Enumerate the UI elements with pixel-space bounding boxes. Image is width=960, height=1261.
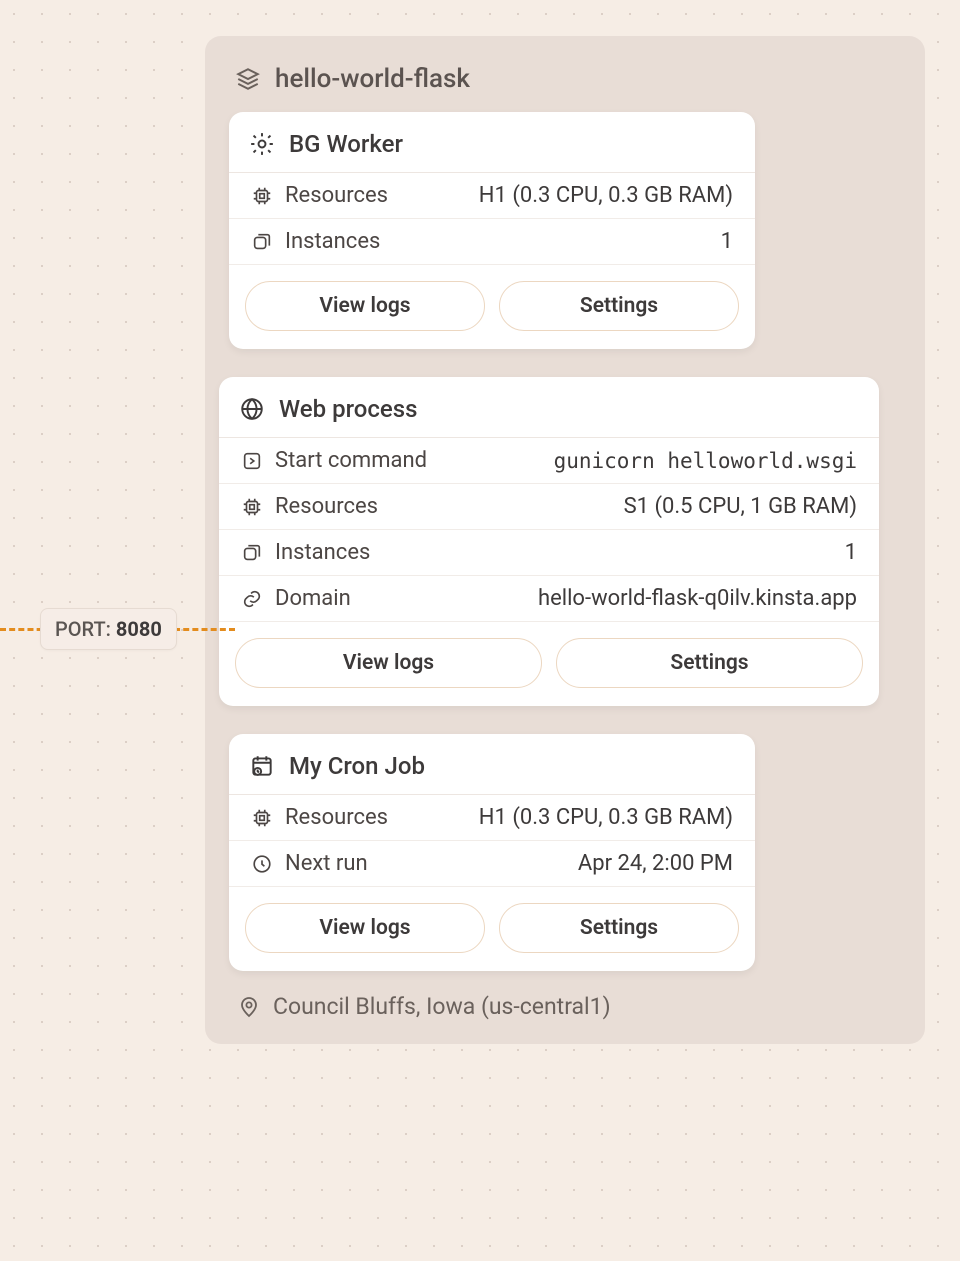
row-resources: Resources H1 (0.3 CPU, 0.3 GB RAM) [229,173,755,219]
row-value: H1 (0.3 CPU, 0.3 GB RAM) [400,183,733,208]
row-next-run: Next run Apr 24, 2:00 PM [229,841,755,887]
globe-icon [239,396,265,422]
location-text: Council Bluffs, Iowa (us-central1) [273,993,611,1020]
row-value: gunicorn helloworld.wsgi [439,449,857,473]
port-value: 8080 [116,617,162,641]
card-header: Web process [219,377,879,438]
app-header: hello-world-flask [229,60,901,112]
view-logs-button[interactable]: View logs [245,281,485,331]
row-label-text: Resources [285,805,388,830]
port-badge: PORT: 8080 [40,608,177,650]
app-name: hello-world-flask [275,64,470,94]
link-icon [241,588,263,610]
gear-icon [249,131,275,157]
row-label-text: Next run [285,851,368,876]
view-logs-button[interactable]: View logs [245,903,485,953]
card-title: My Cron Job [289,752,425,780]
app-location: Council Bluffs, Iowa (us-central1) [229,971,901,1022]
row-value: 1 [392,229,733,254]
chip-icon [251,185,273,207]
row-value: S1 (0.5 CPU, 1 GB RAM) [390,494,857,519]
app-panel: hello-world-flask BG Worker Resourc [205,36,925,1044]
process-card-bg-worker: BG Worker Resources H1 (0.3 CPU, 0.3 GB … [229,112,755,349]
settings-button[interactable]: Settings [499,903,739,953]
row-value: 1 [382,540,857,565]
row-instances: Instances 1 [219,530,879,576]
process-card-cron: My Cron Job Resources H1 (0.3 CPU, 0.3 G… [229,734,755,971]
location-pin-icon [237,995,261,1019]
cron-calendar-icon [249,753,275,779]
row-label-text: Start command [275,448,427,473]
row-resources: Resources H1 (0.3 CPU, 0.3 GB RAM) [229,795,755,841]
instances-icon [241,542,263,564]
row-resources: Resources S1 (0.5 CPU, 1 GB RAM) [219,484,879,530]
process-card-web: Web process Start command gunicorn hello… [219,377,879,706]
row-domain: Domain hello-world-flask-q0ilv.kinsta.ap… [219,576,879,622]
chip-icon [251,807,273,829]
card-header: BG Worker [229,112,755,173]
port-label: PORT: [55,617,111,641]
layers-icon [235,66,261,92]
row-label-text: Instances [275,540,370,565]
instances-icon [251,231,273,253]
row-label-text: Domain [275,586,351,611]
start-command-icon [241,450,263,472]
chip-icon [241,496,263,518]
row-instances: Instances 1 [229,219,755,265]
card-header: My Cron Job [229,734,755,795]
card-title: Web process [279,395,417,423]
row-label-text: Resources [275,494,378,519]
row-value: H1 (0.3 CPU, 0.3 GB RAM) [400,805,733,830]
card-title: BG Worker [289,130,403,158]
row-value: Apr 24, 2:00 PM [380,851,733,876]
row-start-command: Start command gunicorn helloworld.wsgi [219,438,879,484]
row-label-text: Resources [285,183,388,208]
clock-icon [251,853,273,875]
view-logs-button[interactable]: View logs [235,638,542,688]
row-label-text: Instances [285,229,380,254]
settings-button[interactable]: Settings [556,638,863,688]
settings-button[interactable]: Settings [499,281,739,331]
row-value: hello-world-flask-q0ilv.kinsta.app [363,586,857,611]
